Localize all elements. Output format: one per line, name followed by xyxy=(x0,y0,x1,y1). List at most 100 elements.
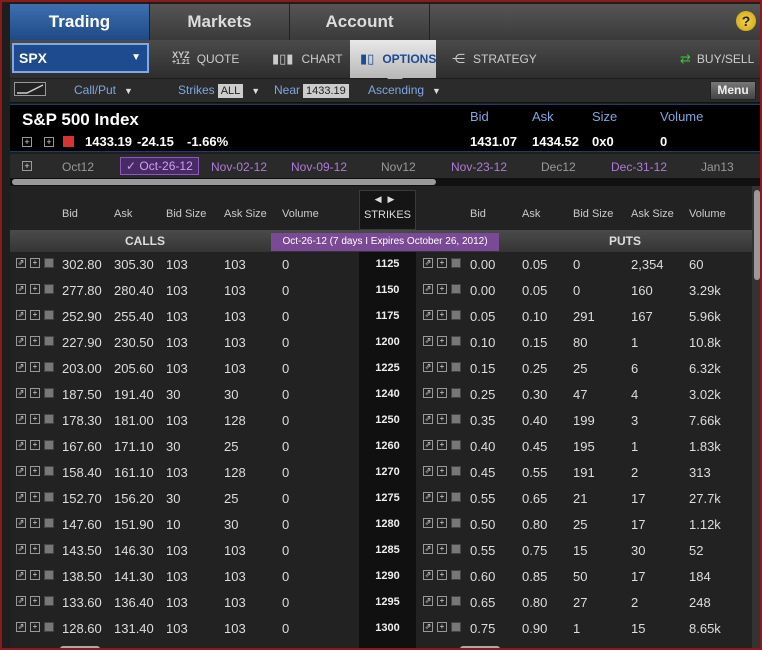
trade-icon[interactable]: ⇗ xyxy=(423,414,433,424)
bottom-scroll-handle[interactable] xyxy=(460,646,500,648)
add-plus-icon[interactable]: + xyxy=(437,544,447,554)
exp-tab-nov-09-12[interactable]: Nov-09-12 xyxy=(291,160,347,174)
trade-icon[interactable]: ⇗ xyxy=(16,570,26,580)
trade-icon[interactable]: ⇗ xyxy=(16,518,26,528)
options-button[interactable]: ▮▯ OPTIONS xyxy=(350,40,436,85)
select-checkbox[interactable] xyxy=(451,258,461,268)
select-checkbox[interactable] xyxy=(451,570,461,580)
trade-icon[interactable]: ⇗ xyxy=(423,362,433,372)
call-put-select[interactable]: Call/Put ▼ xyxy=(74,83,133,97)
table-row[interactable]: ⇗ +147.60 151.90 10 30 0 1280 ⇗ +0.50 0.80 25 17 1.1… xyxy=(10,512,752,538)
table-row[interactable]: ⇗ +227.90 230.50 103 103 0 1200 ⇗ +0.10 0.15 80 1 10… xyxy=(10,330,752,356)
add-plus-icon[interactable]: + xyxy=(30,336,40,346)
select-checkbox[interactable] xyxy=(44,466,54,476)
select-checkbox[interactable] xyxy=(44,596,54,606)
bottom-scroll-handle[interactable] xyxy=(60,646,100,648)
help-button[interactable]: ? xyxy=(736,11,756,31)
trade-icon[interactable]: ⇗ xyxy=(16,336,26,346)
quote-button[interactable]: XYZ +1.21 QUOTE xyxy=(172,40,239,78)
select-checkbox[interactable] xyxy=(44,310,54,320)
add-plus-icon[interactable]: + xyxy=(437,258,447,268)
expand-plus-icon[interactable]: + xyxy=(22,161,32,171)
trade-icon[interactable]: ⇗ xyxy=(16,258,26,268)
scroll-thumb[interactable] xyxy=(754,190,760,280)
select-checkbox[interactable] xyxy=(451,622,461,632)
trade-icon[interactable]: ⇗ xyxy=(423,622,433,632)
trade-icon[interactable]: ⇗ xyxy=(423,544,433,554)
add-plus-icon[interactable]: + xyxy=(30,414,40,424)
table-row[interactable]: ⇗ +167.60 171.10 30 25 0 1260 ⇗ +0.40 0.45 195 1 1.8… xyxy=(10,434,752,460)
trade-icon[interactable]: ⇗ xyxy=(423,518,433,528)
add-plus-icon[interactable]: + xyxy=(30,596,40,606)
add-plus-icon[interactable]: + xyxy=(30,362,40,372)
trade-icon[interactable]: ⇗ xyxy=(423,388,433,398)
trade-icon[interactable]: ⇗ xyxy=(423,440,433,450)
add-plus-icon[interactable]: + xyxy=(437,622,447,632)
trade-icon[interactable]: ⇗ xyxy=(16,544,26,554)
add-plus-icon[interactable]: + xyxy=(437,362,447,372)
table-row[interactable]: ⇗ +187.50 191.40 30 30 0 1240 ⇗ +0.25 0.30 47 4 3.02… xyxy=(10,382,752,408)
select-checkbox[interactable] xyxy=(451,414,461,424)
menu-button[interactable]: Menu xyxy=(710,81,756,100)
trade-icon[interactable]: ⇗ xyxy=(16,414,26,424)
add-plus-icon[interactable]: + xyxy=(30,492,40,502)
near-filter[interactable]: Near 1433.19 xyxy=(274,83,349,98)
horizontal-scrollbar[interactable] xyxy=(10,178,760,186)
trade-icon[interactable]: ⇗ xyxy=(423,310,433,320)
table-row[interactable]: ⇗ +178.30 181.00 103 128 0 1250 ⇗ +0.35 0.40 199 3 7… xyxy=(10,408,752,434)
call-put-toggle-icon[interactable] xyxy=(14,82,46,99)
trade-icon[interactable]: ⇗ xyxy=(423,570,433,580)
select-checkbox[interactable] xyxy=(451,596,461,606)
select-checkbox[interactable] xyxy=(44,492,54,502)
expand-plus-icon[interactable]: + xyxy=(22,137,32,147)
tab-account[interactable]: Account xyxy=(290,4,430,40)
symbol-select[interactable]: SPX ▼ xyxy=(12,43,149,73)
add-plus-icon[interactable]: + xyxy=(437,570,447,580)
trade-icon[interactable]: ⇗ xyxy=(423,466,433,476)
trade-icon[interactable]: ⇗ xyxy=(423,336,433,346)
trade-icon[interactable]: ⇗ xyxy=(16,596,26,606)
add-plus-icon[interactable]: + xyxy=(30,622,40,632)
select-checkbox[interactable] xyxy=(451,310,461,320)
exp-tab-nov-02-12[interactable]: Nov-02-12 xyxy=(211,160,267,174)
add-plus-icon[interactable]: + xyxy=(437,440,447,450)
select-checkbox[interactable] xyxy=(44,518,54,528)
tab-trading[interactable]: Trading xyxy=(10,4,150,40)
select-checkbox[interactable] xyxy=(451,388,461,398)
trade-icon[interactable]: ⇗ xyxy=(16,440,26,450)
select-checkbox[interactable] xyxy=(44,336,54,346)
table-row[interactable]: ⇗ +143.50 146.30 103 103 0 1285 ⇗ +0.55 0.75 15 30 5… xyxy=(10,538,752,564)
add-plus-icon[interactable]: + xyxy=(30,544,40,554)
vertical-scrollbar[interactable] xyxy=(752,186,760,648)
add-plus-icon[interactable]: + xyxy=(30,518,40,528)
select-checkbox[interactable] xyxy=(44,570,54,580)
table-row[interactable]: ⇗ +138.50 141.30 103 103 0 1290 ⇗ +0.60 0.85 50 17 1… xyxy=(10,564,752,590)
exp-tab-oct-26-12[interactable]: ✓ Oct-26-12 xyxy=(120,157,199,175)
sort-select[interactable]: Ascending ▼ xyxy=(368,83,441,97)
table-row[interactable]: ⇗ +158.40 161.10 103 128 0 1270 ⇗ +0.45 0.55 191 2 3… xyxy=(10,460,752,486)
chart-button[interactable]: ▮▯▮ CHART xyxy=(272,40,343,78)
select-checkbox[interactable] xyxy=(451,284,461,294)
table-row[interactable]: ⇗ +277.80 280.40 103 103 0 1150 ⇗ +0.00 0.05 0 160 3… xyxy=(10,278,752,304)
add-plus-icon[interactable]: + xyxy=(437,336,447,346)
select-checkbox[interactable] xyxy=(44,258,54,268)
exp-tab-dec-31-12[interactable]: Dec-31-12 xyxy=(611,160,667,174)
strikes-filter[interactable]: Strikes ALL ▼ xyxy=(178,83,260,98)
tab-markets[interactable]: Markets xyxy=(150,4,290,40)
add-plus-icon[interactable]: + xyxy=(437,388,447,398)
add-plus-icon[interactable]: + xyxy=(437,310,447,320)
select-checkbox[interactable] xyxy=(451,492,461,502)
scroll-thumb[interactable] xyxy=(12,179,436,185)
select-checkbox[interactable] xyxy=(44,622,54,632)
add-plus-icon[interactable]: + xyxy=(30,284,40,294)
add-plus-icon[interactable]: + xyxy=(30,388,40,398)
select-checkbox[interactable] xyxy=(451,466,461,476)
add-plus-icon[interactable]: + xyxy=(30,310,40,320)
add-plus-icon[interactable]: + xyxy=(437,414,447,424)
trade-icon[interactable]: ⇗ xyxy=(423,284,433,294)
add-plus-icon[interactable]: + xyxy=(44,137,54,147)
add-plus-icon[interactable]: + xyxy=(30,466,40,476)
exp-tab-oct12[interactable]: Oct12 xyxy=(62,160,94,174)
exp-tab-nov12[interactable]: Nov12 xyxy=(381,160,416,174)
trade-icon[interactable]: ⇗ xyxy=(16,492,26,502)
